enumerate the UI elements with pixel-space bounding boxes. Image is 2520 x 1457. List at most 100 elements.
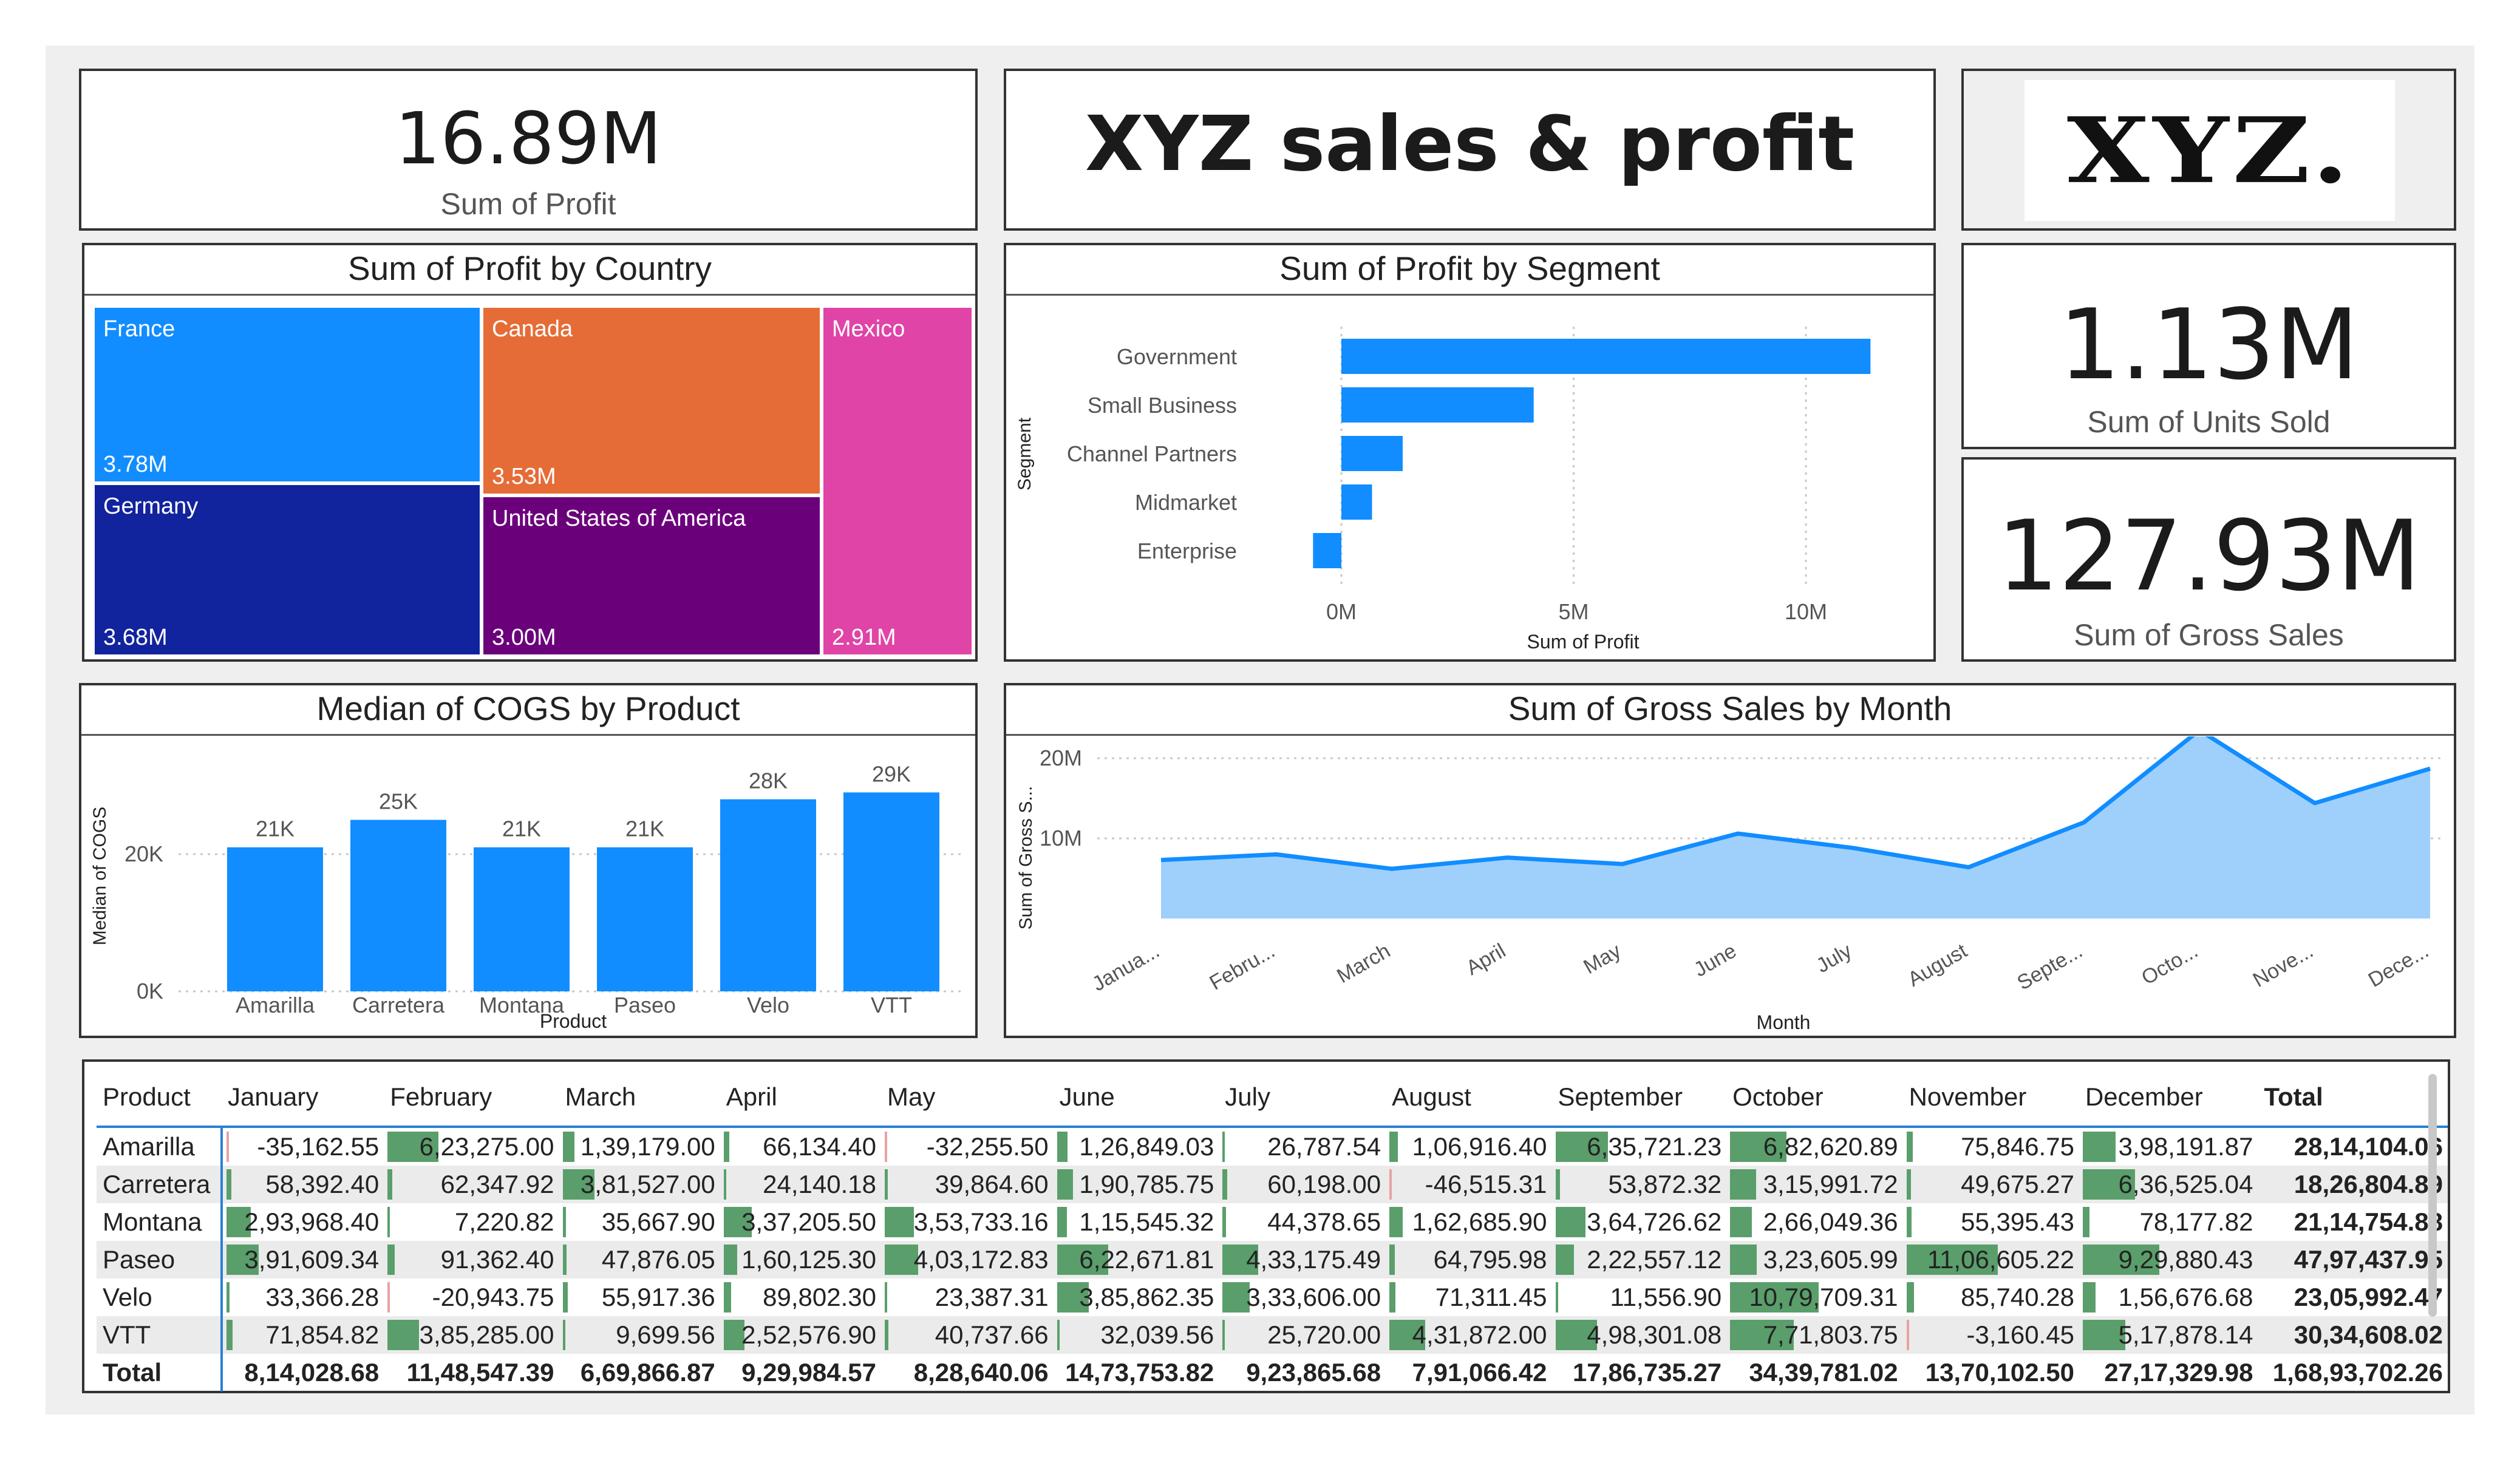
kpi-card-profit[interactable]: 16.89M Sum of Profit bbox=[79, 69, 978, 231]
matrix-column-header[interactable]: May bbox=[880, 1068, 1054, 1128]
matrix-cell[interactable]: 3,64,726.62 bbox=[1552, 1203, 1727, 1241]
matrix-scrollbar[interactable] bbox=[2428, 1074, 2437, 1317]
matrix-cell[interactable]: 4,33,175.49 bbox=[1219, 1241, 1386, 1279]
matrix-cell[interactable]: 1,60,125.30 bbox=[720, 1241, 881, 1279]
treemap-tile-mexico[interactable]: Mexico 2.91M bbox=[822, 306, 973, 656]
matrix-cell[interactable]: 39,864.60 bbox=[880, 1166, 1054, 1203]
matrix-cell[interactable]: 3,85,862.35 bbox=[1054, 1279, 1219, 1316]
matrix-cell[interactable]: 2,52,576.90 bbox=[720, 1316, 881, 1354]
matrix-cell[interactable]: 1,39,179.00 bbox=[559, 1127, 720, 1166]
matrix-cell[interactable]: 1,26,849.03 bbox=[1054, 1127, 1219, 1166]
matrix-cell[interactable]: 60,198.00 bbox=[1219, 1166, 1386, 1203]
matrix-cell[interactable]: 1,15,545.32 bbox=[1054, 1203, 1219, 1241]
matrix-cell[interactable]: 1,06,916.40 bbox=[1386, 1127, 1551, 1166]
matrix-cell[interactable]: 49,675.27 bbox=[1902, 1166, 2079, 1203]
matrix-cell[interactable]: 3,15,991.72 bbox=[1726, 1166, 1903, 1203]
matrix-cell[interactable]: 10,79,709.31 bbox=[1726, 1279, 1902, 1316]
matrix-column-header[interactable]: July bbox=[1219, 1068, 1386, 1128]
matrix-cell[interactable]: 75,846.75 bbox=[1903, 1127, 2079, 1166]
matrix-cell[interactable]: 23,387.31 bbox=[881, 1279, 1054, 1316]
matrix-cell[interactable]: 1,62,685.90 bbox=[1386, 1203, 1551, 1241]
matrix-cell[interactable]: 7,71,803.75 bbox=[1726, 1316, 1903, 1354]
matrix-cell[interactable]: -3,160.45 bbox=[1902, 1316, 2079, 1354]
matrix-row[interactable]: Amarilla -35,162.55 6,23,275.00 1,39,179.00… bbox=[97, 1127, 2448, 1166]
matrix-cell[interactable]: 44,378.65 bbox=[1219, 1203, 1386, 1241]
matrix-cell[interactable]: 3,53,733.16 bbox=[881, 1203, 1054, 1241]
matrix-cell[interactable]: 66,134.40 bbox=[720, 1127, 881, 1166]
matrix-cell[interactable]: 1,56,676.68 bbox=[2079, 1279, 2258, 1316]
matrix-cell[interactable]: 35,667.90 bbox=[559, 1203, 720, 1241]
matrix-cell[interactable]: 3,37,205.50 bbox=[720, 1203, 881, 1241]
matrix-row[interactable]: VTT 71,854.82 3,85,285.00 9,699.56 2,52,576.… bbox=[97, 1316, 2448, 1354]
matrix-cell[interactable]: 6,82,620.89 bbox=[1726, 1127, 1902, 1166]
matrix-cell[interactable]: 24,140.18 bbox=[720, 1166, 881, 1203]
matrix-cell[interactable]: 9,29,880.43 bbox=[2079, 1241, 2258, 1279]
matrix-cell[interactable]: 3,81,527.00 bbox=[559, 1166, 720, 1203]
matrix-column-header[interactable]: February bbox=[384, 1068, 559, 1128]
matrix-column-header[interactable]: Total bbox=[2258, 1068, 2448, 1128]
matrix-row[interactable]: Montana 2,93,968.40 7,220.82 35,667.90 3,37,… bbox=[97, 1203, 2448, 1241]
matrix-cell[interactable]: 47,876.05 bbox=[559, 1241, 720, 1279]
matrix-cell[interactable]: 3,23,605.99 bbox=[1726, 1241, 1903, 1279]
matrix-cell[interactable]: 71,854.82 bbox=[221, 1316, 384, 1354]
matrix-cell[interactable]: 6,36,525.04 bbox=[2079, 1166, 2258, 1203]
matrix-cell[interactable]: 71,311.45 bbox=[1386, 1279, 1551, 1316]
matrix-cell[interactable]: 6,22,671.81 bbox=[1053, 1241, 1219, 1279]
matrix-cell[interactable]: 11,556.90 bbox=[1552, 1279, 1727, 1316]
matrix-cell[interactable]: 3,91,609.34 bbox=[221, 1241, 384, 1279]
matrix-cell[interactable]: 25,720.00 bbox=[1219, 1316, 1386, 1354]
matrix-cell[interactable]: 6,35,721.23 bbox=[1552, 1127, 1727, 1166]
treemap-tile-canada[interactable]: Canada 3.53M bbox=[482, 306, 822, 495]
matrix-cell[interactable]: 55,917.36 bbox=[559, 1279, 720, 1316]
matrix-column-header[interactable]: June bbox=[1053, 1068, 1219, 1128]
matrix-column-header[interactable]: November bbox=[1902, 1068, 2079, 1128]
matrix-column-header[interactable]: January bbox=[221, 1068, 384, 1128]
matrix-cell[interactable]: 33,366.28 bbox=[222, 1279, 384, 1316]
treemap-tile-germany[interactable]: Germany 3.68M bbox=[93, 483, 482, 656]
matrix-cell[interactable]: 89,802.30 bbox=[720, 1279, 881, 1316]
kpi-card-gross[interactable]: 127.93M Sum of Gross Sales bbox=[1961, 457, 2456, 662]
matrix-cell[interactable]: 32,039.56 bbox=[1053, 1316, 1219, 1354]
matrix-cell[interactable]: 4,31,872.00 bbox=[1386, 1316, 1552, 1354]
matrix-cell[interactable]: -32,255.50 bbox=[881, 1127, 1054, 1166]
matrix-cell[interactable]: 4,03,172.83 bbox=[880, 1241, 1054, 1279]
matrix-cell[interactable]: 62,347.92 bbox=[384, 1166, 559, 1203]
matrix-cell[interactable]: -20,943.75 bbox=[384, 1279, 559, 1316]
matrix-column-header[interactable]: September bbox=[1551, 1068, 1727, 1128]
matrix-column-header[interactable]: March bbox=[559, 1068, 720, 1128]
matrix-cell[interactable]: 11,06,605.22 bbox=[1902, 1241, 2079, 1279]
matrix-cell[interactable]: 7,220.82 bbox=[384, 1203, 559, 1241]
matrix-cell[interactable]: 9,699.56 bbox=[559, 1316, 720, 1354]
matrix-cell[interactable]: 3,85,285.00 bbox=[384, 1316, 559, 1354]
matrix-cell[interactable]: -46,515.31 bbox=[1386, 1166, 1552, 1203]
matrix-cell[interactable]: 53,872.32 bbox=[1551, 1166, 1727, 1203]
matrix-row[interactable]: Carretera 58,392.40 62,347.92 3,81,527.00 24… bbox=[97, 1166, 2448, 1203]
treemap-tile-france[interactable]: France 3.78M bbox=[93, 306, 482, 483]
matrix-cell[interactable]: 64,795.98 bbox=[1386, 1241, 1552, 1279]
matrix-cell[interactable]: -35,162.55 bbox=[222, 1127, 384, 1166]
matrix-cell[interactable]: 55,395.43 bbox=[1903, 1203, 2079, 1241]
matrix-cell[interactable]: 2,66,049.36 bbox=[1726, 1203, 1902, 1241]
matrix-cell[interactable]: 1,90,785.75 bbox=[1053, 1166, 1219, 1203]
treemap-tile-usa[interactable]: United States of America 3.00M bbox=[482, 495, 822, 656]
matrix-cell[interactable]: 40,737.66 bbox=[880, 1316, 1054, 1354]
matrix-cell[interactable]: 2,22,557.12 bbox=[1551, 1241, 1727, 1279]
matrix-column-header[interactable]: April bbox=[720, 1068, 881, 1128]
matrix-cell[interactable]: 78,177.82 bbox=[2079, 1203, 2258, 1241]
matrix-cell[interactable]: 58,392.40 bbox=[221, 1166, 384, 1203]
matrix-cell[interactable]: 3,33,606.00 bbox=[1219, 1279, 1386, 1316]
matrix-column-header[interactable]: Product bbox=[97, 1068, 222, 1128]
matrix-cell[interactable]: 91,362.40 bbox=[384, 1241, 559, 1279]
matrix-cell[interactable]: 26,787.54 bbox=[1219, 1127, 1386, 1166]
matrix-row[interactable]: Velo 33,366.28 -20,943.75 55,917.36 89,802.3… bbox=[97, 1279, 2448, 1316]
matrix-cell[interactable]: 2,93,968.40 bbox=[222, 1203, 384, 1241]
matrix-column-header[interactable]: December bbox=[2079, 1068, 2258, 1128]
matrix-row[interactable]: Paseo 3,91,609.34 91,362.40 47,876.05 1,60,1… bbox=[97, 1241, 2448, 1279]
matrix-cell[interactable]: 5,17,878.14 bbox=[2079, 1316, 2258, 1354]
matrix-column-header[interactable]: August bbox=[1386, 1068, 1552, 1128]
matrix-cell[interactable]: 85,740.28 bbox=[1903, 1279, 2079, 1316]
matrix-cell[interactable]: 3,98,191.87 bbox=[2079, 1127, 2258, 1166]
matrix-column-header[interactable]: October bbox=[1726, 1068, 1903, 1128]
kpi-card-units[interactable]: 1.13M Sum of Units Sold bbox=[1961, 243, 2456, 449]
matrix-cell[interactable]: 4,98,301.08 bbox=[1551, 1316, 1727, 1354]
